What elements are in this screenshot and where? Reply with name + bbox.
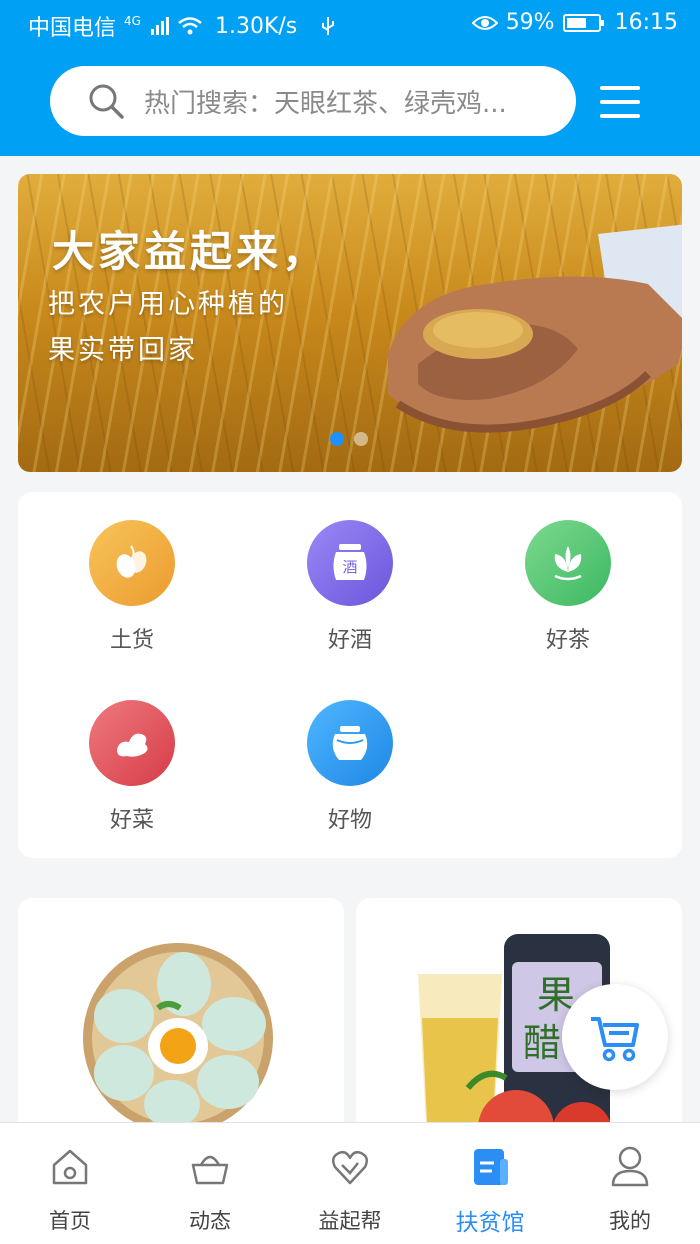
category-label: 好酒 xyxy=(327,628,372,653)
ginger-icon xyxy=(89,700,175,786)
tab-yiqibang[interactable]: 益起帮 xyxy=(280,1123,420,1244)
banner-line-2: 果实带回家 xyxy=(48,335,198,366)
wifi-icon xyxy=(178,17,202,35)
promo-banner[interactable]: 大家益起来， 把农户用心种植的 果实带回家 xyxy=(18,174,682,472)
battery-icon xyxy=(562,13,604,32)
tab-fupinguan[interactable]: 扶贫馆 xyxy=(420,1123,560,1244)
tab-label: 动态 xyxy=(189,1209,231,1233)
banner-title: 大家益起来， xyxy=(52,227,329,276)
svg-text:醋: 醋 xyxy=(523,1021,561,1065)
category-tuhuo[interactable]: 土货 xyxy=(52,520,212,654)
tab-home[interactable]: 首页 xyxy=(0,1123,140,1244)
category-haowu[interactable]: 好物 xyxy=(270,700,430,834)
user-icon xyxy=(611,1146,649,1187)
category-haocai[interactable]: 好菜 xyxy=(52,700,212,834)
tab-label: 扶贫馆 xyxy=(455,1210,525,1236)
hamburger-menu-icon[interactable] xyxy=(600,86,640,118)
search-icon xyxy=(89,84,124,119)
pot-icon xyxy=(307,700,393,786)
category-haojiu[interactable]: 酒 好酒 xyxy=(270,520,430,654)
clock: 16:15 xyxy=(614,10,678,35)
cart-button[interactable] xyxy=(562,984,668,1090)
category-haocha[interactable]: 好茶 xyxy=(488,520,648,654)
tea-leaf-icon xyxy=(525,520,611,606)
svg-text:酒: 酒 xyxy=(342,558,357,576)
category-label: 好物 xyxy=(327,808,372,833)
tab-mine[interactable]: 我的 xyxy=(560,1123,700,1244)
product-card[interactable] xyxy=(18,898,344,1158)
carousel-indicator xyxy=(330,432,368,446)
status-bar: 中国电信 4G 1.30K/s 59% 16:15 xyxy=(0,0,700,48)
tab-label: 益起帮 xyxy=(318,1209,382,1233)
bottom-tab-bar: 首页 动态 益起帮 扶贫馆 我的 xyxy=(0,1122,700,1244)
network-speed: 1.30K/s xyxy=(214,13,298,39)
tab-label: 首页 xyxy=(49,1209,91,1233)
tab-dongtai[interactable]: 动态 xyxy=(140,1123,280,1244)
carrier-label: 中国电信 xyxy=(28,16,117,41)
carousel-dot[interactable] xyxy=(354,432,368,446)
eye-comfort-icon xyxy=(471,15,498,30)
basket-icon xyxy=(191,1155,229,1185)
cart-icon xyxy=(591,1017,639,1062)
home-icon xyxy=(52,1149,88,1185)
battery-percent: 59% xyxy=(505,10,555,35)
network-label: 4G xyxy=(124,14,141,28)
category-grid: 土货 酒 好酒 好茶 好菜 好物 xyxy=(18,492,682,858)
search-bar[interactable]: 热门搜索：天眼红茶、绿壳鸡... xyxy=(50,66,576,136)
usb-icon xyxy=(322,17,335,35)
olive-icon xyxy=(89,520,175,606)
wine-jar-icon: 酒 xyxy=(307,520,393,606)
banner-line-1: 把农户用心种植的 xyxy=(48,289,288,320)
hands-with-grain-image xyxy=(388,224,682,433)
carousel-dot-active[interactable] xyxy=(330,432,344,446)
signal-icon xyxy=(150,17,169,35)
tab-label: 我的 xyxy=(609,1209,651,1233)
category-label: 土货 xyxy=(109,628,154,653)
top-bar: 中国电信 4G 1.30K/s 59% 16:15 热门搜索：天眼红茶、绿壳鸡.… xyxy=(0,0,700,156)
shop-icon xyxy=(474,1149,508,1185)
category-label: 好茶 xyxy=(545,628,590,653)
green-eggs-basket-image xyxy=(83,943,273,1133)
search-placeholder: 热门搜索：天眼红茶、绿壳鸡... xyxy=(144,88,507,119)
heart-icon xyxy=(331,1150,369,1185)
category-label: 好菜 xyxy=(109,808,154,833)
